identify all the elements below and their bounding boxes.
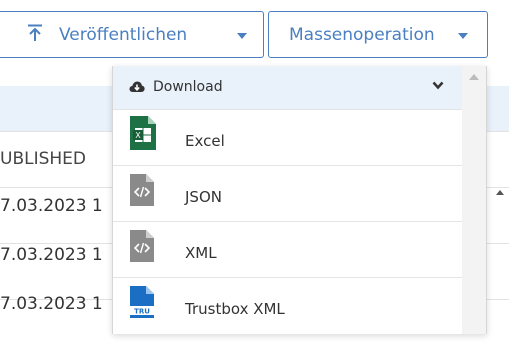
trustbox-xml-label: Trustbox XML (185, 300, 285, 318)
table-cell-date: 7.03.2023 1 (0, 245, 103, 265)
download-label: Download (153, 79, 223, 95)
chevron-down-icon (432, 81, 444, 90)
table-scroll-up-arrow[interactable] (496, 190, 504, 195)
download-trustbox-xml-item[interactable]: TRU Trustbox XML (113, 277, 462, 334)
mass-operation-label: Massenoperation (289, 25, 435, 45)
publish-upload-icon (28, 24, 42, 41)
download-xml-item[interactable]: XML (113, 221, 462, 278)
cloud-download-icon (129, 81, 145, 92)
download-json-item[interactable]: JSON (113, 165, 462, 222)
column-header-label: UBLISHED (0, 149, 86, 169)
excel-label: Excel (185, 132, 225, 150)
mass-operation-dropdown: Download X Excel JSON XML TRU Trustbox X… (112, 66, 487, 334)
excel-file-icon: X (130, 116, 156, 150)
scroll-up-arrow[interactable] (469, 74, 479, 80)
dropdown-scrollbar[interactable] (462, 66, 486, 334)
xml-label: XML (185, 244, 217, 262)
table-cell-date: 7.03.2023 1 (0, 294, 103, 314)
table-cell-date: 7.03.2023 1 (0, 196, 103, 216)
mass-operation-button[interactable]: Massenoperation (268, 11, 488, 58)
json-label: JSON (185, 188, 222, 206)
code-file-icon (130, 174, 154, 206)
svg-text:X: X (135, 131, 141, 140)
code-file-icon (130, 230, 154, 262)
download-submenu-header[interactable]: Download (113, 66, 462, 109)
trustbox-badge: TRU (134, 308, 150, 316)
chevron-down-icon (458, 33, 468, 39)
chevron-down-icon (237, 33, 247, 39)
trustbox-file-icon: TRU (130, 286, 154, 318)
publish-button[interactable]: Veröffentlichen (0, 11, 264, 58)
publish-button-label: Veröffentlichen (59, 25, 188, 45)
download-excel-item[interactable]: X Excel (113, 109, 462, 166)
